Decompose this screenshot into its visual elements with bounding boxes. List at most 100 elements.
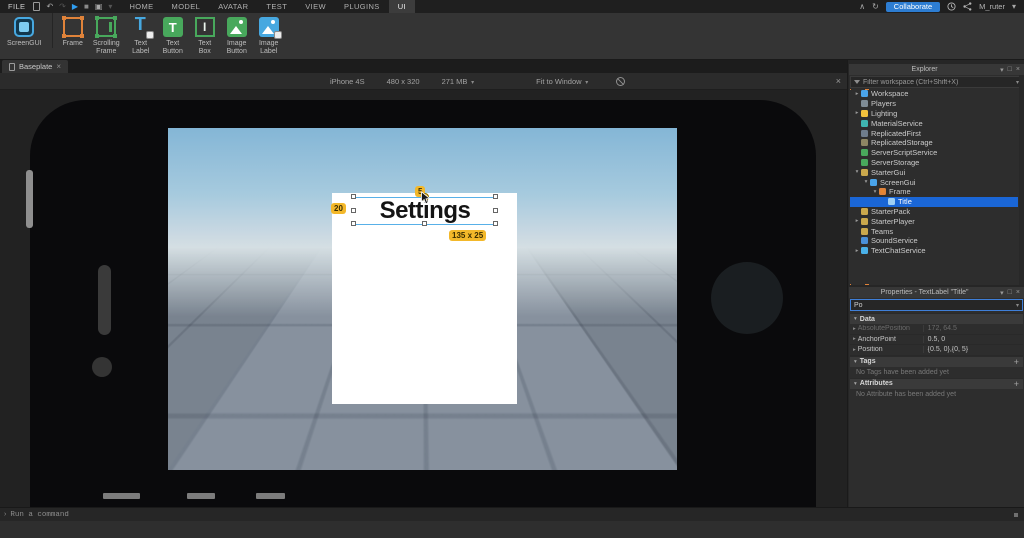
- history-clock-icon[interactable]: [947, 2, 956, 11]
- tab-baseplate[interactable]: Baseplate ×: [2, 60, 68, 73]
- properties-menu-icon[interactable]: ▾: [1000, 289, 1004, 297]
- insert-window-icon[interactable]: ▣: [95, 0, 103, 13]
- section-attributes[interactable]: ▾ Attributes +: [850, 378, 1023, 389]
- property-value[interactable]: {0.5, 0},{0, 5}: [923, 346, 1023, 353]
- explorer-close-icon[interactable]: ×: [1016, 66, 1020, 73]
- selection-handle-mid-right[interactable]: [493, 208, 498, 213]
- tree-row[interactable]: ▾ StarterGui: [850, 167, 1018, 177]
- tree-expand-icon[interactable]: ▸: [853, 91, 861, 97]
- tree-row[interactable]: ▾ Frame: [850, 187, 1018, 197]
- tree-row[interactable]: ▸ StarterPlayer: [850, 216, 1018, 226]
- chevron-up-icon[interactable]: ∧: [859, 2, 865, 11]
- tree-row[interactable]: ▸ Workspace: [850, 89, 1018, 99]
- stop-icon[interactable]: ■: [84, 0, 89, 13]
- menu-tab[interactable]: AVATAR: [209, 0, 257, 13]
- ribbon-tool[interactable]: Image Label: [253, 13, 285, 56]
- tree-expand-icon[interactable]: ▸: [853, 110, 861, 116]
- tree-expand-icon[interactable]: ▸: [853, 248, 861, 254]
- property-expand-icon[interactable]: ▸: [853, 326, 856, 332]
- menu-tab[interactable]: MODEL: [163, 0, 210, 13]
- ribbon-tool[interactable]: Text Label: [125, 13, 157, 56]
- tab-close-icon[interactable]: ×: [56, 62, 61, 71]
- ribbon-tool[interactable]: Text Button: [157, 13, 189, 56]
- add-tag-icon[interactable]: +: [1014, 357, 1019, 367]
- file-menu[interactable]: FILE: [0, 2, 33, 11]
- command-input[interactable]: [10, 511, 1014, 519]
- tree-row[interactable]: ReplicatedStorage: [850, 138, 1018, 148]
- selection-handle-top-right[interactable]: [493, 194, 498, 199]
- game-viewport[interactable]: Settings 20 5 135 x 25: [0, 90, 847, 507]
- username[interactable]: M_ruter: [979, 2, 1005, 11]
- properties-float-icon[interactable]: □: [1008, 289, 1012, 296]
- explorer-scrollbar[interactable]: [1019, 75, 1024, 285]
- tree-row[interactable]: Players: [850, 99, 1018, 109]
- device-resolution[interactable]: 480 x 320: [387, 77, 420, 86]
- undo-icon[interactable]: ↶: [46, 0, 53, 13]
- tree-row[interactable]: Teams: [850, 226, 1018, 236]
- tree-row[interactable]: Title: [850, 197, 1018, 207]
- tree-row[interactable]: StarterPack: [850, 207, 1018, 217]
- device-memory[interactable]: 271 MB ▾: [442, 77, 475, 86]
- tree-row[interactable]: SoundService: [850, 236, 1018, 246]
- property-expand-icon[interactable]: ▸: [853, 347, 856, 353]
- tree-row[interactable]: ReplicatedFirst: [850, 128, 1018, 138]
- tree-row[interactable]: ▸ TextChatService: [850, 246, 1018, 256]
- ribbon-tool[interactable]: ScreenGUI: [2, 13, 47, 48]
- customize-toolbar-icon[interactable]: ▾: [108, 0, 112, 13]
- play-icon[interactable]: ▶: [72, 0, 78, 13]
- tree-expand-icon[interactable]: ▸: [853, 218, 861, 224]
- tree-expand-icon[interactable]: ▾: [853, 169, 861, 175]
- properties-close-icon[interactable]: ×: [1016, 289, 1020, 296]
- add-attribute-icon[interactable]: +: [1014, 379, 1019, 389]
- devicebar-close-icon[interactable]: ×: [836, 76, 841, 86]
- property-row[interactable]: ▸AbsolutePosition 172, 64.5: [850, 324, 1023, 335]
- property-row[interactable]: ▸AnchorPoint 0.5, 0: [850, 335, 1023, 346]
- commandbar-corner-icon[interactable]: [1014, 513, 1018, 517]
- selection-handle-bottom-center[interactable]: [422, 221, 427, 226]
- selection-handle-bottom-left[interactable]: [351, 221, 356, 226]
- property-value[interactable]: 0.5, 0: [923, 336, 1023, 343]
- menu-tab[interactable]: UI: [389, 0, 415, 13]
- rotate-device-icon[interactable]: [616, 77, 625, 86]
- gui-frame[interactable]: Settings 20 5 135 x 25: [332, 193, 517, 404]
- phone-screen[interactable]: Settings 20 5 135 x 25: [168, 128, 677, 470]
- property-row[interactable]: ▸Position {0.5, 0},{0, 5}: [850, 345, 1023, 356]
- tree-row[interactable]: MaterialService: [850, 118, 1018, 128]
- explorer-filter-input[interactable]: [863, 79, 1013, 86]
- save-icon[interactable]: [33, 2, 40, 11]
- properties-filter-dropdown-icon[interactable]: ▾: [1016, 302, 1019, 309]
- tree-row[interactable]: ServerScriptService: [850, 148, 1018, 158]
- properties-filter[interactable]: ▾: [850, 299, 1023, 311]
- tree-expand-icon[interactable]: ▾: [871, 189, 879, 195]
- menu-tab[interactable]: HOME: [120, 0, 162, 13]
- section-data[interactable]: ▾ Data: [850, 313, 1023, 324]
- fit-to-window-dropdown[interactable]: Fit to Window ▾: [536, 77, 588, 86]
- share-icon[interactable]: [963, 2, 972, 11]
- sync-icon[interactable]: ↻: [872, 2, 879, 11]
- tree-row[interactable]: ▾ ScreenGui: [850, 177, 1018, 187]
- selection-handle-bottom-right[interactable]: [493, 221, 498, 226]
- explorer-filter[interactable]: ▾: [850, 76, 1023, 88]
- selection-handle-top-left[interactable]: [351, 194, 356, 199]
- redo-icon[interactable]: ↷: [59, 0, 66, 13]
- selection-handle-mid-left[interactable]: [351, 208, 356, 213]
- tree-row[interactable]: ServerStorage: [850, 158, 1018, 168]
- menu-tab[interactable]: PLUGINS: [335, 0, 389, 13]
- ribbon-tool[interactable]: Scrolling Frame: [88, 13, 125, 56]
- property-expand-icon[interactable]: ▸: [853, 336, 856, 342]
- user-dropdown-icon[interactable]: ▾: [1012, 2, 1016, 11]
- section-tags[interactable]: ▾ Tags +: [850, 356, 1023, 367]
- menu-tab[interactable]: TEST: [257, 0, 296, 13]
- tree-row[interactable]: ▸ Lighting: [850, 109, 1018, 119]
- collaborate-button[interactable]: Collaborate: [886, 2, 940, 12]
- properties-filter-input[interactable]: [854, 302, 1013, 309]
- ribbon-tool[interactable]: Image Button: [221, 13, 253, 56]
- explorer-float-icon[interactable]: □: [1008, 66, 1012, 73]
- property-value[interactable]: 172, 64.5: [923, 325, 1023, 332]
- explorer-menu-icon[interactable]: ▾: [1000, 66, 1004, 74]
- device-name[interactable]: iPhone 4S: [330, 77, 365, 86]
- tree-expand-icon[interactable]: ▾: [862, 179, 870, 185]
- ribbon-tool[interactable]: Frame: [52, 13, 88, 48]
- menu-tab[interactable]: VIEW: [296, 0, 335, 13]
- ribbon-tool[interactable]: Text Box: [189, 13, 221, 56]
